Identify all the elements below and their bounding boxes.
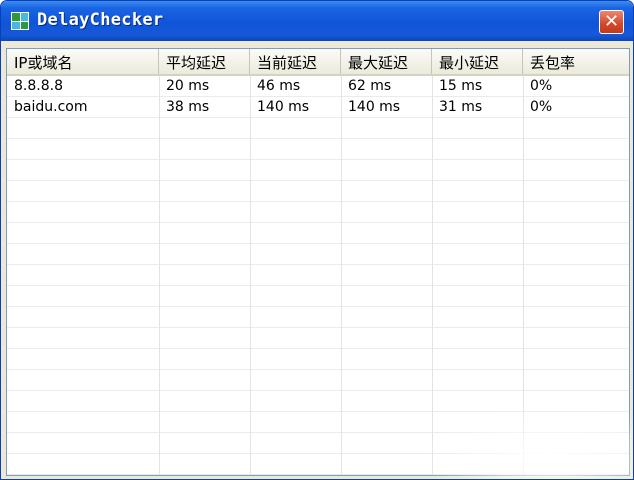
column-divider [432, 76, 433, 475]
cell-max-latency: 62 ms [348, 78, 392, 94]
column-header-current-latency[interactable]: 当前延迟 [250, 49, 341, 74]
list-header: IP或域名 平均延迟 当前延迟 最大延迟 最小延迟 丢包率 [7, 49, 629, 76]
results-list[interactable]: IP或域名 平均延迟 当前延迟 最大延迟 最小延迟 丢包率 8.8.8.8 20… [6, 48, 630, 476]
column-header-host[interactable]: IP或域名 [7, 49, 159, 74]
cell-packet-loss: 0% [530, 78, 553, 94]
cell-current-latency: 46 ms [257, 78, 301, 94]
close-button[interactable]: ✕ [599, 10, 624, 34]
app-window: DelayChecker ✕ IP或域名 平均延迟 当前延迟 最大延迟 最小延迟… [0, 0, 634, 480]
cell-avg-latency: 38 ms [166, 99, 210, 115]
column-divider [250, 76, 251, 475]
column-header-packet-loss[interactable]: 丢包率 [523, 49, 629, 74]
column-divider [159, 76, 160, 475]
cell-host: 8.8.8.8 [14, 78, 63, 94]
cell-host: baidu.com [14, 99, 88, 115]
column-divider [523, 76, 524, 475]
window-title: DelayChecker [37, 10, 164, 30]
column-header-min-latency[interactable]: 最小延迟 [432, 49, 523, 74]
list-body: 8.8.8.8 20 ms 46 ms 62 ms 15 ms 0% baidu… [7, 76, 629, 475]
cell-avg-latency: 20 ms [166, 78, 210, 94]
column-header-avg-latency[interactable]: 平均延迟 [159, 49, 250, 74]
cell-min-latency: 15 ms [439, 78, 483, 94]
table-row[interactable]: baidu.com 38 ms 140 ms 140 ms 31 ms 0% [7, 97, 629, 118]
cell-min-latency: 31 ms [439, 99, 483, 115]
title-bar[interactable]: DelayChecker ✕ [1, 1, 633, 41]
app-grid-icon[interactable] [11, 12, 29, 30]
column-divider [341, 76, 342, 475]
table-row[interactable]: 8.8.8.8 20 ms 46 ms 62 ms 15 ms 0% [7, 76, 629, 97]
cell-current-latency: 140 ms [257, 99, 310, 115]
cell-packet-loss: 0% [530, 99, 553, 115]
column-header-max-latency[interactable]: 最大延迟 [341, 49, 432, 74]
cell-max-latency: 140 ms [348, 99, 401, 115]
close-icon: ✕ [603, 11, 620, 32]
